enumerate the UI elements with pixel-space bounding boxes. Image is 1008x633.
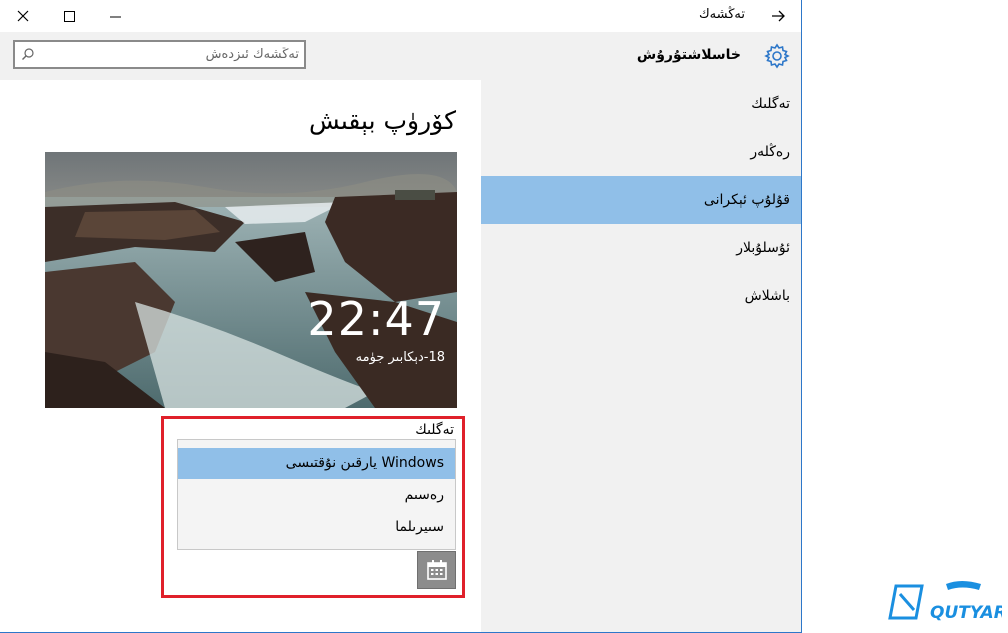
content-pane: كۆرۈپ بېقىش 22:47 18-دېكابىر جۈمە تەگلىك…	[0, 80, 481, 632]
cut-off-text	[141, 626, 441, 632]
settings-header: خاسلاشتۇرۇش	[0, 32, 801, 80]
maximize-button[interactable]	[46, 0, 92, 32]
window-title: تەڭشەك	[698, 7, 745, 22]
title-bar: تەڭشەك	[0, 0, 801, 32]
calendar-icon	[426, 560, 447, 580]
option-picture[interactable]: رەسىم	[178, 480, 455, 511]
maximize-icon	[63, 10, 75, 22]
close-button[interactable]	[0, 0, 46, 32]
page-title: كۆرۈپ بېقىش	[308, 106, 456, 135]
nav-item-start[interactable]: باشلاش	[481, 272, 801, 320]
nav-item-background[interactable]: تەگلىك	[481, 80, 801, 128]
settings-window: تەڭشەك خاسلاشتۇرۇش تەگلىك رەڭلەر قۇلۇپ ئ…	[0, 0, 802, 633]
close-icon	[17, 10, 29, 22]
calendar-button[interactable]	[417, 551, 456, 589]
minimize-icon	[109, 16, 121, 17]
search-input[interactable]	[41, 42, 299, 67]
nav-item-colors[interactable]: رەڭلەر	[481, 128, 801, 176]
preview-date: 18-دېكابىر جۈمە	[355, 350, 445, 365]
back-arrow-icon	[772, 10, 785, 22]
back-button[interactable]	[755, 0, 801, 32]
nav-item-lock-screen[interactable]: قۇلۇپ ئېكرانى	[481, 176, 801, 224]
search-box[interactable]	[13, 40, 306, 69]
minimize-button[interactable]	[92, 0, 138, 32]
background-dropdown-list[interactable]: Windows يارقىن نۇقتىسى رەسىم سىيرىلما	[177, 439, 456, 550]
header-title: خاسلاشتۇرۇش	[636, 47, 741, 63]
preview-clock: 22:47	[307, 292, 445, 346]
gear-icon	[764, 43, 790, 69]
option-slideshow[interactable]: سىيرىلما	[178, 512, 455, 543]
background-label: تەگلىك	[415, 422, 454, 438]
nav-item-themes[interactable]: ئۇسلۇبلار	[481, 224, 801, 272]
lock-screen-preview: 22:47 18-دېكابىر جۈمە	[45, 152, 457, 408]
svg-text:QUTYAR: QUTYAR	[930, 603, 1002, 623]
option-windows-spotlight[interactable]: Windows يارقىن نۇقتىسى	[178, 448, 455, 479]
sidebar-nav: تەگلىك رەڭلەر قۇلۇپ ئېكرانى ئۇسلۇبلار با…	[481, 80, 801, 632]
qutyar-logo: QUTYAR	[888, 581, 1002, 623]
search-icon[interactable]	[21, 47, 35, 61]
preview-image	[45, 152, 457, 408]
